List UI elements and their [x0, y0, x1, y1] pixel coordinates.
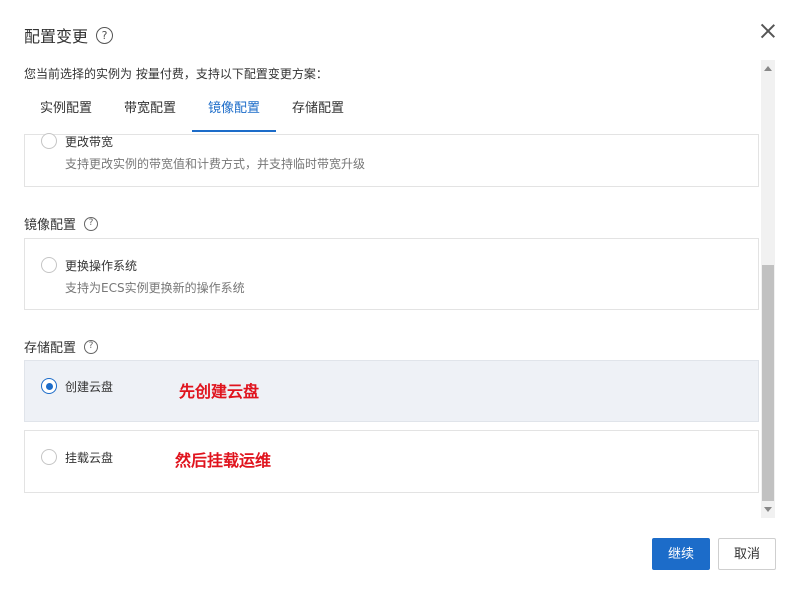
cancel-button[interactable]: 取消 — [718, 538, 776, 570]
option-card-change-os[interactable]: 更换操作系统 支持为ECS实例更换新的操作系统 — [24, 238, 759, 310]
radio-change-bandwidth[interactable] — [41, 133, 57, 149]
radio-change-os[interactable] — [41, 257, 57, 273]
vertical-scrollbar[interactable] — [761, 60, 775, 518]
radio-attach-disk[interactable] — [41, 449, 57, 465]
option-card-attach-disk[interactable]: 挂载云盘 然后挂载运维 — [24, 430, 759, 493]
question-circle-icon[interactable]: ? — [84, 216, 99, 231]
question-circle-icon[interactable]: ? — [96, 26, 114, 44]
scrollbar-thumb[interactable] — [762, 265, 774, 501]
scroll-up-arrow-icon[interactable] — [764, 66, 772, 71]
option-desc-change-os: 支持为ECS实例更换新的操作系统 — [65, 281, 245, 295]
continue-button[interactable]: 继续 — [652, 538, 710, 570]
option-desc-bandwidth: 支持更改实例的带宽值和计费方式，并支持临时带宽升级 — [65, 157, 366, 171]
tab-storage-config[interactable]: 存储配置 — [276, 94, 360, 132]
section-title-storage: 存储配置 — [24, 341, 77, 356]
tab-instance-config[interactable]: 实例配置 — [24, 94, 108, 132]
dialog-header: 配置变更 ? — [24, 23, 114, 47]
close-icon[interactable] — [759, 22, 777, 40]
scroll-down-arrow-icon[interactable] — [764, 507, 772, 512]
section-title-image: 镜像配置 — [24, 218, 77, 233]
radio-create-disk[interactable] — [41, 378, 57, 394]
section-label-storage: 存储配置 ? — [24, 337, 99, 356]
tab-image-config[interactable]: 镜像配置 — [192, 94, 277, 132]
question-circle-icon[interactable]: ? — [84, 339, 99, 354]
option-title-bandwidth: 更改带宽 — [65, 135, 114, 149]
option-title-change-os: 更换操作系统 — [65, 259, 138, 273]
option-card-create-disk[interactable]: 创建云盘 先创建云盘 — [24, 360, 759, 422]
option-card-bandwidth[interactable]: 更改带宽 支持更改实例的带宽值和计费方式，并支持临时带宽升级 — [24, 133, 759, 187]
option-title-create-disk: 创建云盘 — [65, 380, 114, 394]
dialog-body: 您当前选择的实例为 按量付费，支持以下配置变更方案： 实例配置 带宽配置 镜像配… — [0, 58, 797, 518]
section-label-image: 镜像配置 ? — [24, 214, 99, 233]
config-change-dialog: 配置变更 ? 您当前选择的实例为 按量付费，支持以下配置变更方案： 实例配置 带… — [0, 0, 797, 592]
annotation-create-disk-first: 先创建云盘 — [179, 382, 260, 401]
annotation-attach-disk-then: 然后挂载运维 — [175, 451, 272, 470]
option-title-attach-disk: 挂载云盘 — [65, 451, 114, 465]
dialog-title: 配置变更 — [24, 27, 89, 46]
tab-bandwidth-config[interactable]: 带宽配置 — [108, 94, 192, 132]
instance-description: 您当前选择的实例为 按量付费，支持以下配置变更方案： — [24, 67, 328, 81]
config-tabs: 实例配置 带宽配置 镜像配置 存储配置 — [24, 94, 360, 132]
